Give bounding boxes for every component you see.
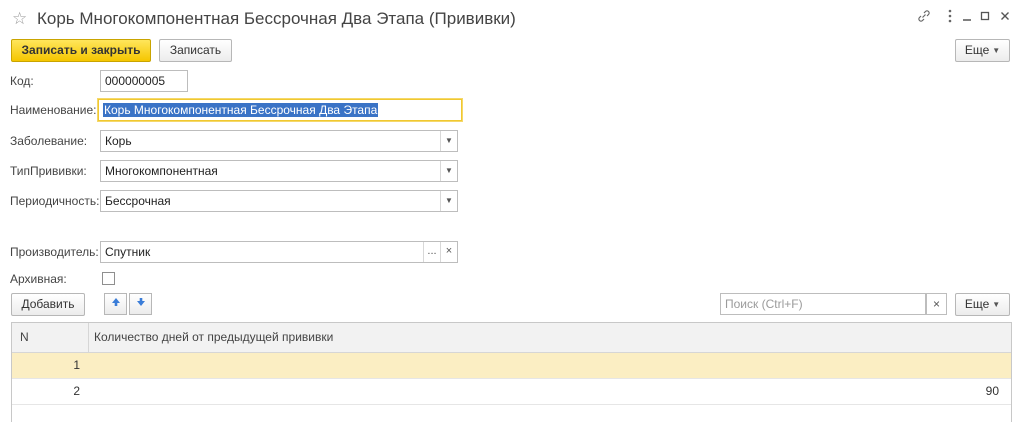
search-input[interactable]: Поиск (Ctrl+F) bbox=[720, 293, 926, 315]
type-value: Многокомпонентная bbox=[105, 164, 218, 178]
period-value: Бессрочная bbox=[105, 194, 171, 208]
minimize-icon[interactable] bbox=[958, 9, 976, 27]
clear-icon[interactable]: × bbox=[440, 242, 457, 262]
save-button[interactable]: Записать bbox=[159, 39, 232, 62]
more-label: Еще bbox=[964, 43, 990, 57]
period-select[interactable]: Бессрочная ▼ bbox=[100, 190, 458, 212]
archive-label: Архивная: bbox=[10, 272, 67, 286]
column-separator bbox=[88, 323, 89, 352]
window-title: Корь Многокомпонентная Бессрочная Два Эт… bbox=[37, 9, 516, 28]
column-header-days[interactable]: Количество дней от предыдущей прививки bbox=[94, 323, 333, 352]
type-label: ТипПрививки: bbox=[10, 164, 87, 178]
dropdown-arrow-icon[interactable]: ▼ bbox=[440, 161, 457, 181]
add-row-button[interactable]: Добавить bbox=[11, 293, 85, 316]
name-field[interactable]: Корь Многокомпонентная Бессрочная Два Эт… bbox=[98, 99, 462, 121]
table-header: N Количество дней от предыдущей прививки bbox=[12, 323, 1011, 353]
disease-value: Корь bbox=[105, 134, 132, 148]
cell-n: 2 bbox=[73, 384, 80, 398]
name-label: Наименование: bbox=[10, 103, 97, 117]
intervals-table: N Количество дней от предыдущей прививки… bbox=[11, 322, 1012, 422]
arrow-down-icon[interactable] bbox=[129, 293, 152, 315]
producer-label: Производитель: bbox=[10, 245, 99, 259]
archive-checkbox[interactable] bbox=[102, 272, 115, 285]
disease-label: Заболевание: bbox=[10, 134, 88, 148]
more-button[interactable]: Еще ▼ bbox=[955, 39, 1010, 62]
column-header-n[interactable]: N bbox=[20, 323, 29, 352]
maximize-icon[interactable] bbox=[976, 9, 994, 27]
chevron-down-icon: ▼ bbox=[992, 300, 1001, 309]
select-ellipsis-button[interactable]: ... bbox=[423, 242, 440, 262]
more-vertical-icon[interactable] bbox=[941, 9, 959, 27]
disease-select[interactable]: Корь ▼ bbox=[100, 130, 458, 152]
cell-n: 1 bbox=[73, 358, 80, 372]
table-more-label: Еще bbox=[964, 297, 990, 311]
code-field[interactable]: 000000005 bbox=[100, 70, 188, 92]
save-and-close-button[interactable]: Записать и закрыть bbox=[11, 39, 151, 62]
producer-value: Спутник bbox=[105, 245, 151, 259]
link-icon[interactable] bbox=[915, 9, 933, 27]
dropdown-arrow-icon[interactable]: ▼ bbox=[440, 191, 457, 211]
dropdown-arrow-icon[interactable]: ▼ bbox=[440, 131, 457, 151]
period-label: Периодичность: bbox=[10, 194, 100, 208]
code-label: Код: bbox=[10, 74, 34, 88]
chevron-down-icon: ▼ bbox=[992, 46, 1001, 55]
type-select[interactable]: Многокомпонентная ▼ bbox=[100, 160, 458, 182]
arrow-up-icon[interactable] bbox=[104, 293, 127, 315]
table-row[interactable]: 2 90 bbox=[12, 379, 1011, 405]
table-more-button[interactable]: Еще ▼ bbox=[955, 293, 1010, 316]
close-icon[interactable] bbox=[996, 9, 1014, 27]
name-field-value: Корь Многокомпонентная Бессрочная Два Эт… bbox=[103, 103, 379, 117]
star-icon[interactable]: ☆ bbox=[12, 8, 27, 30]
producer-field[interactable]: Спутник ... × bbox=[100, 241, 458, 263]
search-clear-icon[interactable]: × bbox=[926, 293, 947, 315]
table-row[interactable]: 1 bbox=[12, 353, 1011, 379]
cell-days: 90 bbox=[985, 384, 999, 398]
